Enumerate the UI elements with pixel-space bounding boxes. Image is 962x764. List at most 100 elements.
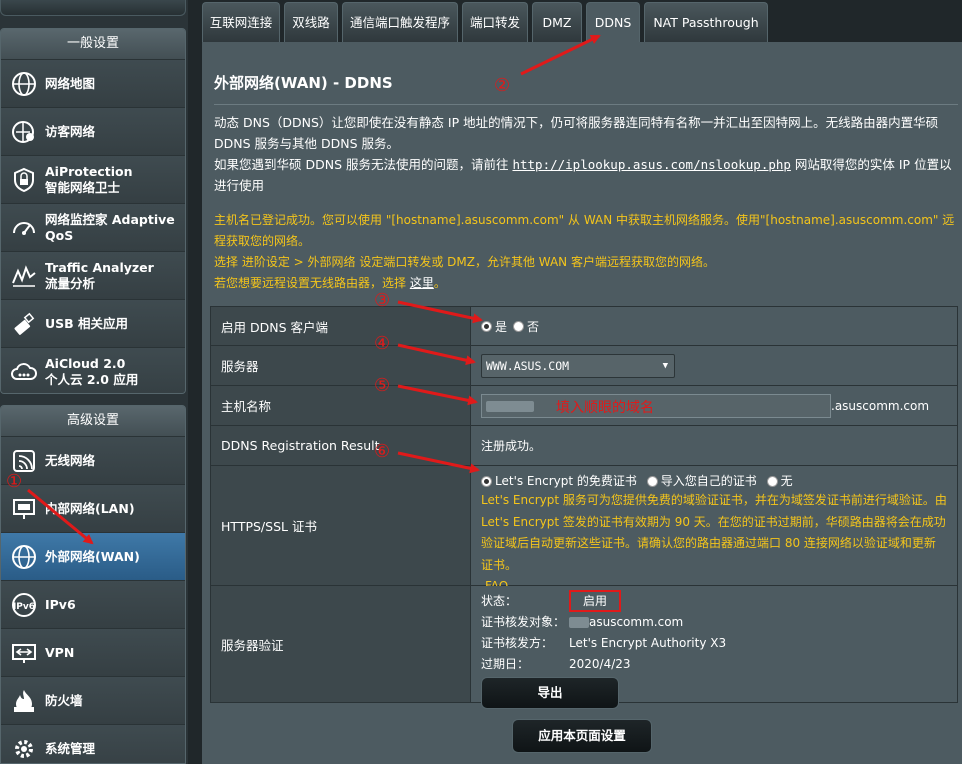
sidebar-item-wan[interactable]: 外部网络(WAN) bbox=[1, 533, 185, 581]
hostname-hint: 填入顺眼的域名 bbox=[556, 399, 654, 416]
https-label: HTTPS/SSL 证书 bbox=[211, 466, 471, 585]
advanced-settings-title: 高级设置 bbox=[1, 406, 185, 437]
sidebar-item-aiprotection[interactable]: AiProtection 智能网络卫士 bbox=[1, 156, 185, 204]
server-label: 服务器 bbox=[211, 346, 471, 385]
registration-result-label: DDNS Registration Result bbox=[211, 426, 471, 465]
target-key: 证书核发对象： bbox=[481, 615, 566, 629]
notice-text: 。 bbox=[433, 276, 446, 290]
gauge-icon bbox=[9, 213, 39, 243]
guest-network-icon bbox=[9, 117, 39, 147]
hostname-input[interactable]: 填入顺眼的域名 bbox=[481, 393, 831, 418]
vpn-icon bbox=[9, 638, 39, 668]
description-line-1: 动态 DNS（DDNS）让您即使在没有静态 IP 地址的情况下，仍可将服务器连同… bbox=[214, 115, 939, 151]
sidebar-item-label: 内部网络(LAN) bbox=[45, 500, 135, 516]
sidebar-item-label-group: 网络监控家 Adaptive QoS bbox=[45, 212, 175, 244]
sidebar-item-network-map[interactable]: 网络地图 bbox=[1, 60, 185, 108]
sidebar-item-sublabel: 个人云 2.0 应用 bbox=[45, 372, 139, 387]
enable-yes-label: 是 bbox=[495, 319, 508, 334]
sidebar-item-label: 系统管理 bbox=[45, 740, 96, 756]
target-value: asuscomm.com bbox=[589, 615, 684, 629]
enable-no-label: 否 bbox=[527, 319, 540, 334]
apply-button[interactable]: 应用本页面设置 bbox=[512, 719, 652, 753]
https-options: Let's Encrypt 的免费证书 导入您自己的证书 无 bbox=[481, 472, 947, 490]
sidebar-item-usb[interactable]: USB 相关应用 bbox=[1, 300, 185, 348]
chart-wave-icon bbox=[9, 261, 39, 291]
sidebar-item-label: AiCloud 2.0 bbox=[45, 356, 126, 371]
server-verify-label: 服务器验证 bbox=[211, 586, 471, 702]
sidebar-item-aicloud[interactable]: AiCloud 2.0 个人云 2.0 应用 bbox=[1, 348, 185, 393]
redacted-domain bbox=[569, 617, 589, 628]
sidebar-item-guest-network[interactable]: 访客网络 bbox=[1, 108, 185, 156]
cert-issuer-line: 证书核发方： Let's Encrypt Authority X3 bbox=[481, 633, 947, 654]
issuer-value: Let's Encrypt Authority X3 bbox=[569, 636, 727, 650]
sidebar-item-sublabel: 流量分析 bbox=[45, 275, 96, 291]
tab-dmz[interactable]: DMZ bbox=[532, 2, 582, 42]
server-verify-row: 服务器验证 状态： 启用 证书核发对象： asuscomm.com 证书核发方： Le… bbox=[211, 586, 957, 709]
sidebar-item-adaptive-qos[interactable]: 网络监控家 Adaptive QoS bbox=[1, 204, 185, 252]
ipv6-icon: IPv6 bbox=[9, 590, 39, 620]
lock-icon bbox=[9, 165, 39, 195]
server-select[interactable]: WWW.ASUS.COM ▼ bbox=[481, 353, 675, 378]
tab-port-forwarding[interactable]: 端口转发 bbox=[462, 2, 528, 42]
page-description: 动态 DNS（DDNS）让您即使在没有静态 IP 地址的情况下，仍可将服务器连同… bbox=[214, 112, 956, 196]
svg-text:IPv6: IPv6 bbox=[13, 602, 35, 612]
sidebar-item-label: 防火墙 bbox=[45, 692, 83, 708]
description-line-2: 如果您遇到华硕 DDNS 服务无法使用的问题，请前往 http://iplook… bbox=[214, 154, 956, 196]
sidebar-item-label: Traffic Analyzer bbox=[45, 259, 154, 275]
tab-internet-connection[interactable]: 互联网连接 bbox=[202, 2, 280, 42]
tab-ddns[interactable]: DDNS bbox=[586, 2, 640, 42]
iplookup-link[interactable]: http://iplookup.asus.com/nslookup.php bbox=[512, 157, 790, 172]
sidebar-item-ipv6[interactable]: IPv6 IPv6 bbox=[1, 581, 185, 629]
cloud-icon bbox=[9, 357, 39, 387]
https-letsencrypt-radio[interactable] bbox=[481, 476, 492, 487]
sidebar-item-label: VPN bbox=[45, 644, 75, 660]
enable-no-radio[interactable] bbox=[513, 320, 525, 332]
sidebar-item-lan[interactable]: 内部网络(LAN) bbox=[1, 485, 185, 533]
server-select-value: WWW.ASUS.COM bbox=[486, 358, 570, 373]
registration-result-value: 注册成功。 bbox=[471, 426, 957, 465]
tab-dual-wan[interactable]: 双线路 bbox=[284, 2, 338, 42]
tab-port-trigger[interactable]: 通信端口触发程序 bbox=[342, 2, 458, 42]
sidebar-item-label: AiProtection bbox=[45, 163, 133, 179]
page-title: 外部网络(WAN) - DDNS bbox=[214, 74, 393, 92]
registration-result-row: DDNS Registration Result 注册成功。 bbox=[211, 426, 957, 466]
export-button[interactable]: 导出 bbox=[481, 677, 619, 709]
sidebar-top-stub bbox=[0, 0, 186, 16]
status-key: 状态： bbox=[481, 594, 518, 608]
sidebar-item-label: 无线网络 bbox=[45, 452, 96, 468]
https-none-label: 无 bbox=[780, 474, 793, 488]
sidebar-item-vpn[interactable]: VPN bbox=[1, 629, 185, 677]
advanced-settings-section: 高级设置 无线网络 内部网络(LAN) 外部网络(WAN) IPv6 IPv6 bbox=[0, 405, 186, 764]
sidebar-item-label-group: AiProtection 智能网络卫士 bbox=[45, 164, 132, 196]
tab-nat-passthrough[interactable]: NAT Passthrough bbox=[644, 2, 768, 42]
description-text: 如果您遇到华硕 DDNS 服务无法使用的问题，请前往 bbox=[214, 157, 513, 172]
sidebar-item-wireless[interactable]: 无线网络 bbox=[1, 437, 185, 485]
general-settings-section: 一般设置 网络地图 访客网络 AiProtection 智能网络卫士 网络监控家 … bbox=[0, 28, 186, 394]
sidebar-item-traffic-analyzer[interactable]: Traffic Analyzer 流量分析 bbox=[1, 252, 185, 300]
server-verify-cell: 状态： 启用 证书核发对象： asuscomm.com 证书核发方： Let's En… bbox=[471, 586, 957, 709]
https-cell: Let's Encrypt 的免费证书 导入您自己的证书 无 Let's Enc… bbox=[471, 466, 957, 593]
sidebar-item-sublabel: QoS bbox=[45, 227, 74, 243]
https-import-radio[interactable] bbox=[646, 476, 658, 487]
sidebar-item-label-group: Traffic Analyzer 流量分析 bbox=[45, 260, 154, 292]
title-divider bbox=[214, 104, 958, 105]
sidebar-item-firewall[interactable]: 防火墙 bbox=[1, 677, 185, 725]
hostname-label: 主机名称 bbox=[211, 386, 471, 425]
cert-expiry-line: 过期日： 2020/4/23 bbox=[481, 654, 947, 675]
enable-yes-radio[interactable] bbox=[481, 320, 492, 332]
enable-ddns-label: 启用 DDNS 客户端 bbox=[211, 307, 471, 345]
globe-icon bbox=[9, 69, 39, 99]
status-badge: 启用 bbox=[569, 590, 622, 612]
here-link[interactable]: 这里 bbox=[410, 276, 434, 290]
expiry-key: 过期日： bbox=[481, 657, 530, 671]
sidebar-item-admin[interactable]: 系统管理 bbox=[1, 725, 185, 764]
enable-ddns-row: 启用 DDNS 客户端 是 否 bbox=[211, 307, 957, 346]
sidebar-item-label: 外部网络(WAN) bbox=[45, 548, 140, 564]
hostname-suffix: .asuscomm.com bbox=[831, 398, 930, 413]
gear-icon bbox=[9, 734, 39, 764]
https-none-radio[interactable] bbox=[766, 476, 778, 487]
https-letsencrypt-label: Let's Encrypt 的免费证书 bbox=[495, 474, 637, 488]
notice-line-2: 选择 进阶设定 > 外部网络 设定端口转发或 DMZ，允许其他 WAN 客户端远… bbox=[214, 255, 715, 269]
registration-notice: 主机名已登记成功。您可以使用 "[hostname].asuscomm.com"… bbox=[214, 210, 956, 294]
sidebar-item-label-group: AiCloud 2.0 个人云 2.0 应用 bbox=[45, 356, 138, 388]
